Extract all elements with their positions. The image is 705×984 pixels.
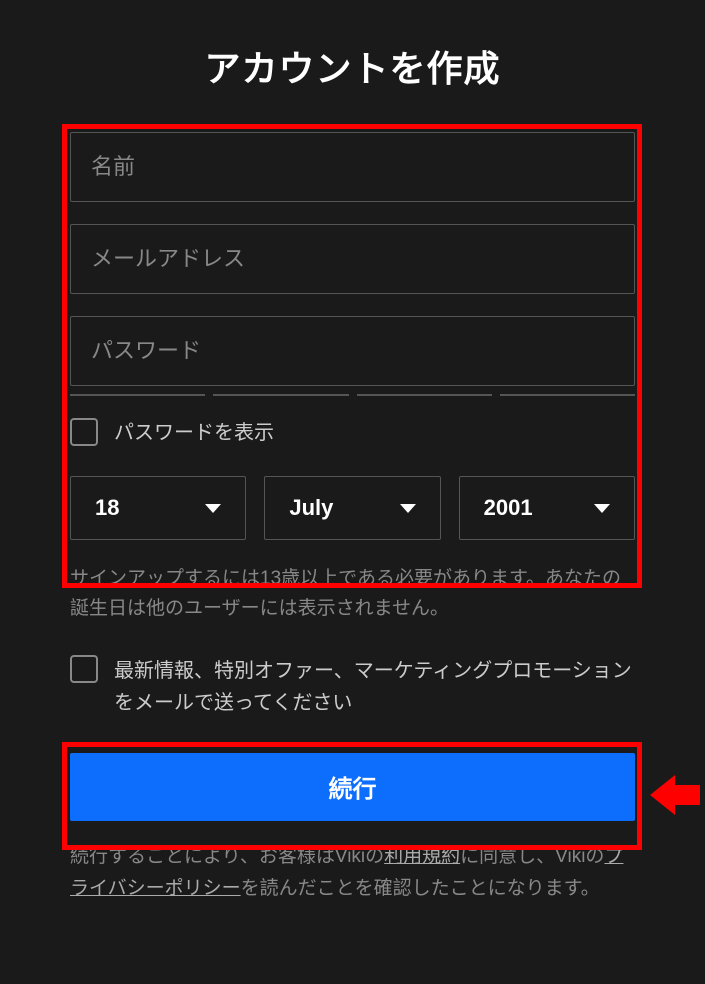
- password-input[interactable]: [70, 316, 635, 386]
- show-password-checkbox[interactable]: [70, 418, 98, 446]
- month-value: July: [289, 495, 333, 521]
- newsletter-label: 最新情報、特別オファー、マーケティングプロモーションをメールで送ってください: [114, 655, 635, 719]
- day-select[interactable]: 18: [70, 476, 246, 540]
- annotation-arrow-icon: [650, 770, 700, 820]
- terms-of-service-link[interactable]: 利用規約: [384, 846, 460, 867]
- email-input[interactable]: [70, 224, 635, 294]
- year-value: 2001: [484, 495, 533, 521]
- month-select[interactable]: July: [264, 476, 440, 540]
- chevron-down-icon: [594, 504, 610, 513]
- newsletter-checkbox[interactable]: [70, 655, 98, 683]
- day-value: 18: [95, 495, 119, 521]
- chevron-down-icon: [400, 504, 416, 513]
- terms-text: 続行することにより、お客様はVikiの利用規約に同意し、Vikiのプライバシーポ…: [70, 841, 635, 906]
- password-strength-indicator: [70, 394, 635, 396]
- chevron-down-icon: [205, 504, 221, 513]
- name-input[interactable]: [70, 132, 635, 202]
- page-title: アカウントを作成: [70, 40, 635, 92]
- age-requirement-text: サインアップするには13歳以上である必要があります。あなたの誕生日は他のユーザー…: [70, 564, 635, 625]
- continue-button[interactable]: 続行: [70, 753, 635, 821]
- show-password-label: パスワードを表示: [114, 418, 274, 448]
- signup-form-container: アカウントを作成 パスワードを表示 18 July 2001: [0, 0, 705, 945]
- year-select[interactable]: 2001: [459, 476, 635, 540]
